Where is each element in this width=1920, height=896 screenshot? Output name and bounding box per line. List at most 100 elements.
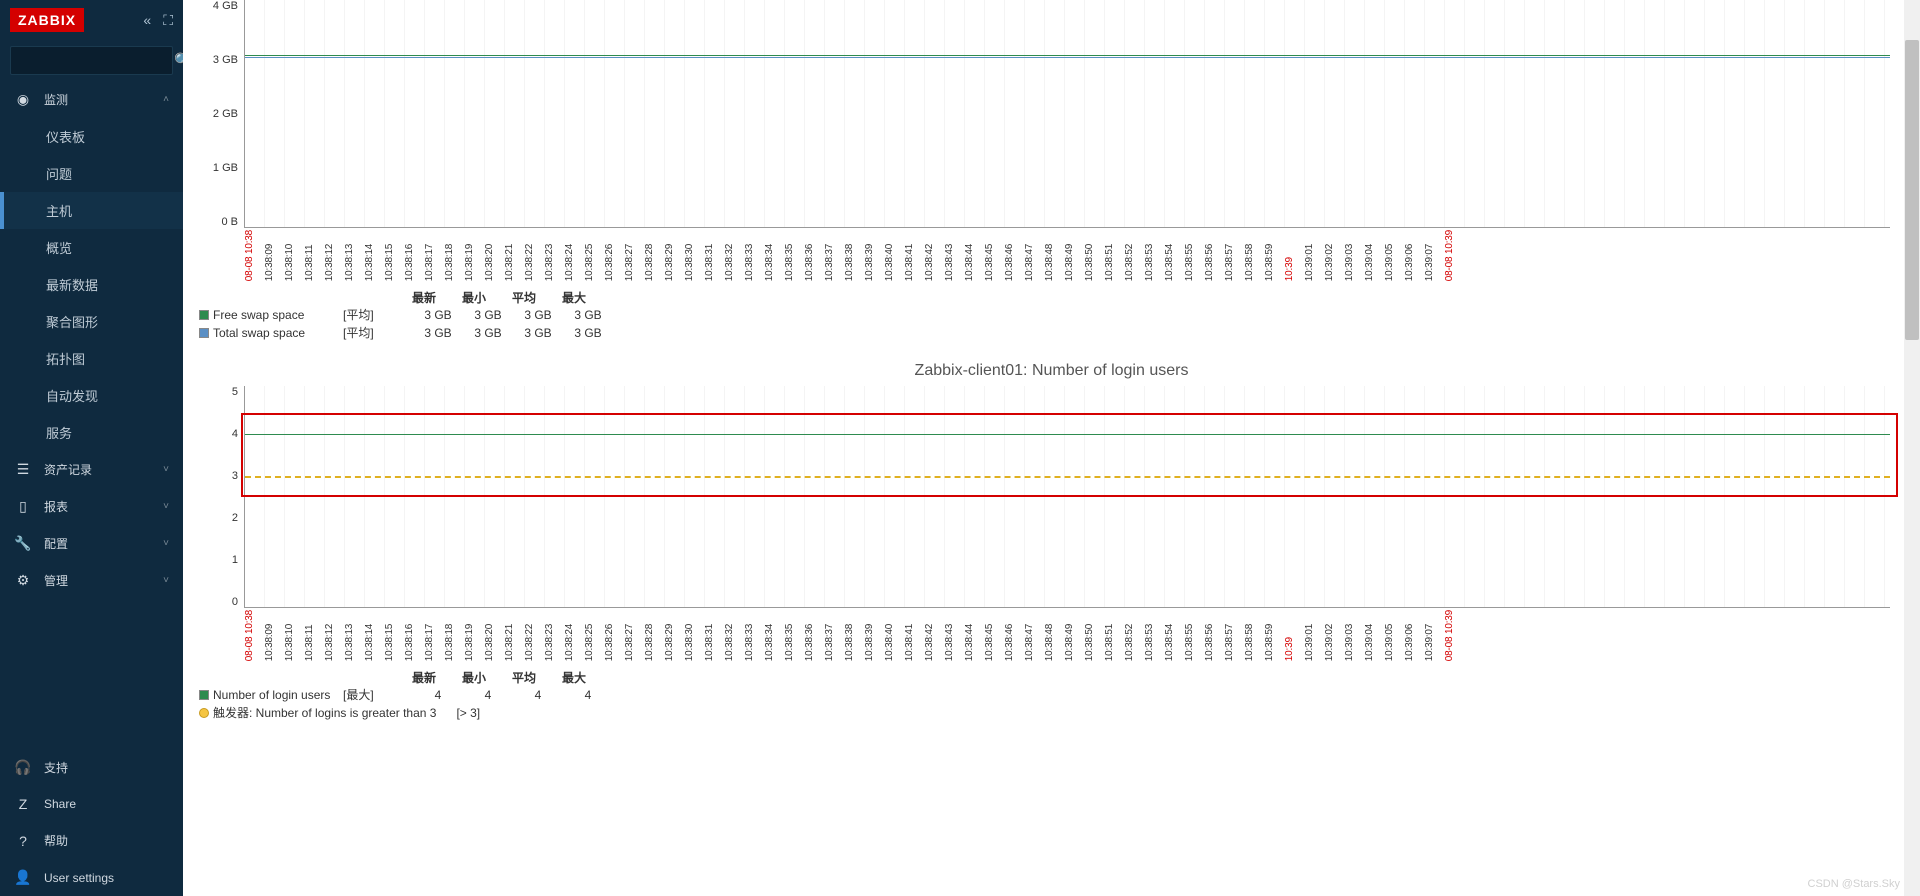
x-axis: 08-08 10:3810:38:0910:38:1010:38:1110:38… [189,230,1914,281]
sidebar-item-user-settings[interactable]: 👤 User settings [0,859,183,896]
y-tick: 3 GB [213,54,238,66]
x-tick: 10:38:38 [844,230,864,281]
search-input[interactable] [19,54,174,68]
sidebar-section-monitoring[interactable]: ◉ 监测 ˄ [0,81,183,118]
chevron-down-icon: ˅ [163,538,169,549]
y-tick: 1 [232,554,238,566]
x-tick: 10:38:10 [284,230,304,281]
legend-header-max: 最大 [549,289,599,306]
x-tick: 10:38:44 [964,230,984,281]
series-agg: [平均] [343,306,398,324]
x-tick: 10:38:47 [1024,230,1044,281]
x-tick: 10:38:27 [624,610,644,661]
x-tick: 08-08 10:39 [1444,230,1464,281]
search-box[interactable]: 🔍 [10,46,173,75]
x-tick: 10:38:14 [364,230,384,281]
x-tick: 10:38:52 [1124,230,1144,281]
series-name: Total swap space [213,324,343,342]
x-tick: 10:38:51 [1104,230,1124,281]
sidebar-label: 帮助 [44,832,68,849]
sidebar-item-share[interactable]: Z Share [0,786,183,822]
sidebar-item-services[interactable]: 服务 [0,414,183,451]
x-tick: 10:38:41 [904,230,924,281]
fullscreen-icon[interactable]: ⛶ [163,12,173,29]
sidebar-label: User settings [44,871,114,885]
x-tick: 10:38:34 [764,610,784,661]
sidebar-item-maps[interactable]: 拓扑图 [0,340,183,377]
x-tick: 10:39:02 [1324,610,1344,661]
sidebar-section-inventory[interactable]: ☰ 资产记录 ˅ [0,451,183,488]
x-tick: 10:38:25 [584,610,604,661]
x-tick: 10:38:53 [1144,230,1164,281]
user-icon: 👤 [14,869,32,886]
x-tick: 10:38:35 [784,610,804,661]
collapse-icon[interactable]: « [143,12,151,29]
x-tick: 10:38:59 [1264,610,1284,661]
x-tick: 10:39:01 [1304,230,1324,281]
x-tick: 10:39:05 [1384,610,1404,661]
sidebar-item-help[interactable]: ? 帮助 [0,822,183,859]
series-min: 3 GB [463,306,513,324]
y-tick: 4 [232,428,238,440]
x-tick: 10:38:58 [1244,610,1264,661]
trigger-swatch-icon [199,708,209,718]
series-agg: [最大] [343,686,398,704]
sidebar-item-dashboard[interactable]: 仪表板 [0,118,183,155]
x-tick: 10:39:05 [1384,230,1404,281]
chart-plot[interactable] [244,386,1890,608]
x-tick: 10:38:54 [1164,610,1184,661]
sidebar-item-discovery[interactable]: 自动发现 [0,377,183,414]
x-tick: 10:39:07 [1424,610,1444,661]
bar-chart-icon: ▯ [14,498,32,515]
x-tick: 10:38:56 [1204,230,1224,281]
scrollbar-thumb[interactable] [1905,40,1919,340]
sidebar-item-support[interactable]: 🎧 支持 [0,749,183,786]
watermark: CSDN @Stars.Sky [1808,878,1900,890]
legend-header-avg: 平均 [499,669,549,686]
main-content: 4 GB3 GB2 GB1 GB0 B 08-08 10:3810:38:091… [183,0,1920,896]
y-axis: 543210 [189,386,244,608]
sidebar-section-reports[interactable]: ▯ 报表 ˅ [0,488,183,525]
series-max: 3 GB [563,324,613,342]
trigger-line [245,476,1890,478]
x-tick: 10:38:33 [744,610,764,661]
sidebar-item-overview[interactable]: 概览 [0,229,183,266]
series-min: 4 [463,686,513,704]
x-tick: 10:38:24 [564,230,584,281]
x-tick: 10:38:42 [924,610,944,661]
legend-row: Total swap space[平均]3 GB3 GB3 GB3 GB [199,324,1914,342]
logo[interactable]: ZABBIX [10,8,84,32]
x-tick: 10:38:09 [264,610,284,661]
x-tick: 10:38:20 [484,230,504,281]
sidebar-item-graphs[interactable]: 聚合图形 [0,303,183,340]
x-tick: 10:38:32 [724,230,744,281]
x-tick: 10:38:27 [624,230,644,281]
total-swap-line [245,57,1890,58]
chart-plot[interactable] [244,0,1890,228]
x-tick: 10:38:26 [604,230,624,281]
scrollbar[interactable] [1904,0,1920,896]
legend-header-min: 最小 [449,669,499,686]
x-tick: 10:38:56 [1204,610,1224,661]
series-avg: 4 [513,686,563,704]
x-tick: 10:38:11 [304,230,324,281]
x-tick: 10:39:04 [1364,610,1384,661]
sidebar-item-latest-data[interactable]: 最新数据 [0,266,183,303]
sidebar-section-configuration[interactable]: 🔧 配置 ˅ [0,525,183,562]
x-tick: 10:38:18 [444,230,464,281]
x-tick: 10:38:58 [1244,230,1264,281]
series-avg: 3 GB [513,306,563,324]
x-tick: 10:38:11 [304,610,324,661]
sidebar-label: 配置 [44,535,68,552]
trigger-filter: [> 3] [456,704,480,722]
swatch-icon [199,690,209,700]
sidebar-item-problems[interactable]: 问题 [0,155,183,192]
x-tick: 10:39:03 [1344,610,1364,661]
sidebar-item-hosts[interactable]: 主机 [0,192,183,229]
y-tick: 2 GB [213,108,238,120]
x-tick: 08-08 10:39 [1444,610,1464,661]
x-tick: 10:38:15 [384,610,404,661]
x-tick: 10:38:42 [924,230,944,281]
x-tick: 10:38:55 [1184,230,1204,281]
sidebar-section-administration[interactable]: ⚙ 管理 ˅ [0,562,183,599]
